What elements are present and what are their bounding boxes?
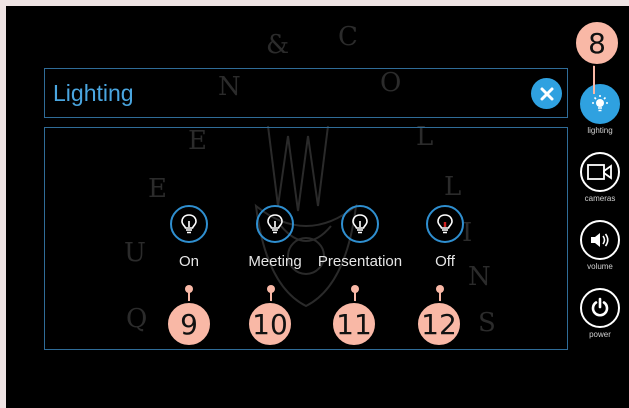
callout-badge: 10 bbox=[247, 301, 293, 347]
lighting-presets-panel: On Meeting Presentation Off bbox=[44, 127, 568, 350]
camera-icon bbox=[580, 152, 620, 192]
touch-panel-screen: Q U E E N & C O L L I N S Lighting On Me… bbox=[6, 6, 629, 408]
close-icon bbox=[540, 87, 553, 100]
watermark-letter: C bbox=[338, 22, 358, 52]
callout-badge: 8 bbox=[574, 20, 620, 66]
sidebar-item-lighting[interactable]: lighting bbox=[578, 84, 622, 135]
callout-leader bbox=[593, 64, 595, 94]
lightbulb-icon bbox=[170, 205, 208, 243]
title-bar: Lighting bbox=[44, 68, 568, 118]
lightbulb-icon bbox=[341, 205, 379, 243]
sidebar-item-label: lighting bbox=[587, 126, 613, 135]
close-button[interactable] bbox=[531, 78, 562, 109]
speaker-icon bbox=[580, 220, 620, 260]
sidebar-item-power[interactable]: power bbox=[578, 288, 622, 339]
callout-badge: 9 bbox=[166, 301, 212, 347]
callout-badge: 11 bbox=[331, 301, 377, 347]
power-icon bbox=[580, 288, 620, 328]
callout-badge: 12 bbox=[416, 301, 462, 347]
sidebar-item-label: cameras bbox=[584, 194, 616, 203]
sidebar-item-cameras[interactable]: cameras bbox=[578, 152, 622, 203]
page-title: Lighting bbox=[53, 80, 134, 106]
sidebar-item-label: volume bbox=[587, 262, 613, 271]
sidebar-item-volume[interactable]: volume bbox=[578, 220, 622, 271]
lightbulb-icon bbox=[256, 205, 294, 243]
preset-off-button[interactable]: Off bbox=[390, 205, 500, 270]
watermark-letter: & bbox=[266, 30, 290, 60]
lightbulb-off-icon bbox=[426, 205, 464, 243]
preset-label: Off bbox=[435, 253, 455, 270]
lightbulb-icon bbox=[580, 84, 620, 124]
sidebar-item-label: power bbox=[589, 330, 611, 339]
